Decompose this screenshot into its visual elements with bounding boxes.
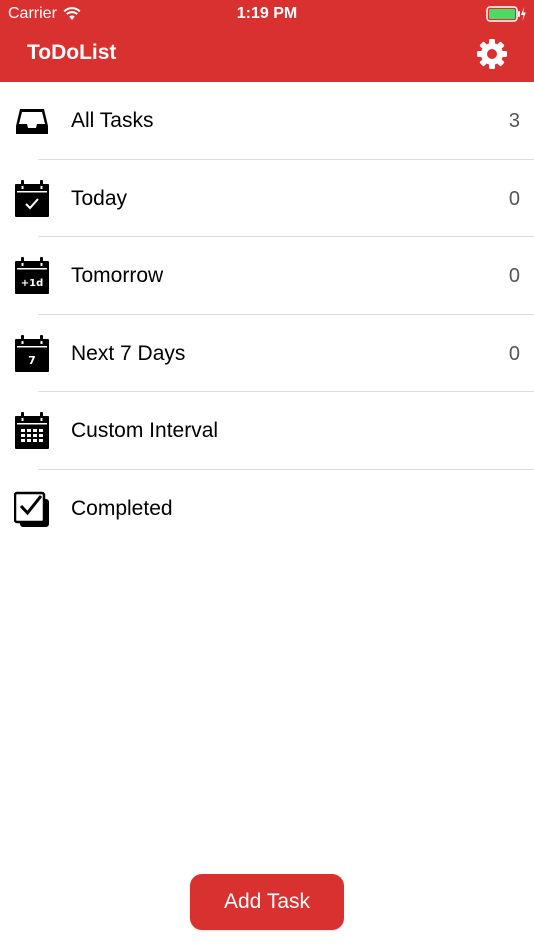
nav-bar: ToDoList bbox=[0, 28, 534, 82]
list-item-label: Tomorrow bbox=[71, 264, 164, 287]
task-count: 0 bbox=[508, 342, 520, 365]
checkbox-stack-icon bbox=[13, 490, 50, 528]
clock: 1:19 PM bbox=[236, 5, 298, 22]
calendar-icon-text: +1d bbox=[21, 278, 44, 289]
status-bar: Carrier 1:19 PM bbox=[0, 0, 534, 28]
list-item-label: Today bbox=[71, 186, 128, 210]
list-item-label: Custom Interval bbox=[71, 419, 219, 442]
list-item-today[interactable]: Today 0 bbox=[0, 160, 534, 237]
task-lists: All Tasks 3 Today 0 +1d Tomorrow 0 7 Nex… bbox=[0, 82, 534, 547]
calendar-icon-text: 7 bbox=[28, 354, 36, 367]
list-item-custom-interval[interactable]: Custom Interval bbox=[0, 392, 534, 470]
list-item-label: Completed bbox=[71, 496, 173, 520]
list-item-next-7-days[interactable]: 7 Next 7 Days 0 bbox=[0, 315, 534, 392]
calendar-check-icon bbox=[14, 179, 50, 218]
task-count: 3 bbox=[508, 110, 520, 132]
calendar-7-icon: 7 bbox=[14, 334, 50, 373]
app-title: ToDoList bbox=[27, 41, 117, 64]
gear-icon[interactable] bbox=[476, 38, 508, 70]
task-count: 0 bbox=[508, 187, 520, 210]
inbox-icon bbox=[14, 102, 50, 140]
list-item-label: All Tasks bbox=[71, 109, 154, 132]
list-item-all-tasks[interactable]: All Tasks 3 bbox=[0, 82, 534, 160]
calendar-grid-icon bbox=[14, 412, 50, 450]
list-item-tomorrow[interactable]: +1d Tomorrow 0 bbox=[0, 237, 534, 315]
battery-charging-icon bbox=[486, 6, 526, 22]
list-item-label: Next 7 Days bbox=[71, 341, 186, 365]
add-task-button[interactable]: Add Task bbox=[190, 874, 344, 930]
calendar-plus-1d-icon: +1d bbox=[14, 257, 50, 295]
task-count: 0 bbox=[508, 265, 520, 287]
list-item-completed[interactable]: Completed bbox=[0, 470, 534, 548]
